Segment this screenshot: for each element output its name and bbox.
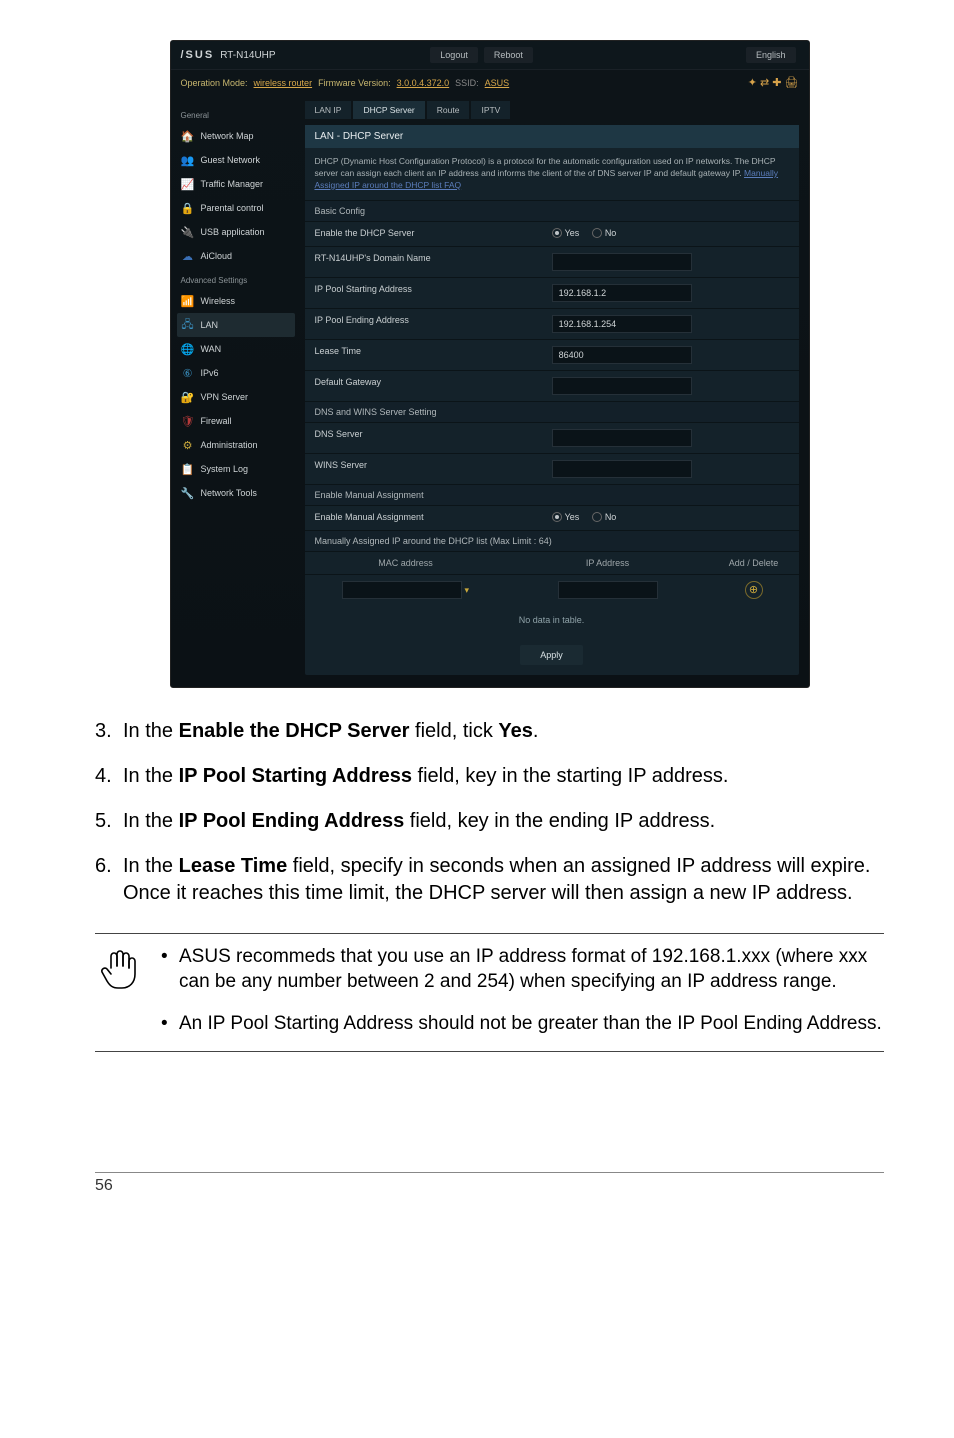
step-text: In the Lease Time field, specify in seco… [123,853,884,907]
radio-no[interactable]: No [592,228,617,238]
input-dns[interactable] [552,429,692,447]
label-wins: WINS Server [305,454,542,484]
sidebar-item-aicloud[interactable]: ☁AiCloud [177,244,295,268]
status-icons: ✦ ⇄ ✚ 🖨 [748,76,799,89]
brand-logo: /SUS [181,49,215,61]
sidebar-item-wireless[interactable]: 📶Wireless [177,289,295,313]
label-lease: Lease Time [305,340,542,370]
label-gateway: Default Gateway [305,371,542,401]
step-text: In the Enable the DHCP Server field, tic… [123,718,884,745]
page-footer: 56 [95,1172,884,1195]
step-num: 3. [95,718,123,745]
add-button[interactable]: ⊕ [745,581,763,599]
sidebar-cat-general: General [181,111,295,120]
status-line: Operation Mode: wireless router Firmware… [171,70,809,95]
reboot-button[interactable]: Reboot [484,47,533,63]
radio-yes[interactable]: Yes [552,228,580,238]
page-number: 56 [95,1177,113,1194]
sidebar-item-ipv6[interactable]: ⑥IPv6 [177,361,295,385]
fw-link[interactable]: 3.0.0.4.372.0 [397,78,450,88]
label-domain: RT-N14UHP's Domain Name [305,247,542,277]
section-basic-config: Basic Config [305,200,799,221]
label-manual: Enable Manual Assignment [305,506,542,530]
note-text: ASUS recommeds that you use an IP addres… [179,944,884,995]
apply-button[interactable]: Apply [520,645,583,665]
opmode-link[interactable]: wireless router [254,78,313,88]
tab-route[interactable]: Route [427,101,470,119]
note-item: • An IP Pool Starting Address should not… [161,1011,884,1037]
sidebar-item-wan[interactable]: 🌐WAN [177,337,295,361]
step-text: In the IP Pool Starting Address field, k… [123,763,884,790]
main-content: LAN IP DHCP Server Route IPTV LAN - DHCP… [301,95,809,687]
language-select[interactable]: English [746,47,796,63]
logout-button[interactable]: Logout [430,47,478,63]
bullet-icon: • [161,944,179,995]
model-name: RT-N14UHP [220,50,427,61]
sidebar-item-firewall[interactable]: 🛡Firewall [177,409,295,433]
instruction-list: 3. In the Enable the DHCP Server field, … [95,718,884,907]
sidebar-item-network-map[interactable]: 🏠Network Map [177,124,295,148]
label-pool-start: IP Pool Starting Address [305,278,542,308]
input-domain[interactable] [552,253,692,271]
note-text: An IP Pool Starting Address should not b… [179,1011,882,1037]
label-enable-dhcp: Enable the DHCP Server [305,222,542,246]
router-admin-screenshot: /SUS RT-N14UHP Logout Reboot English Ope… [170,40,810,688]
input-mac[interactable] [342,581,462,599]
sidebar-item-vpn-server[interactable]: 🔐VPN Server [177,385,295,409]
no-data-text: No data in table. [305,605,799,635]
col-ip: IP Address [507,552,709,574]
input-pool-end[interactable] [552,315,692,333]
sidebar-item-usb-application[interactable]: 🔌USB application [177,220,295,244]
tab-row: LAN IP DHCP Server Route IPTV [305,101,799,119]
section-manual-list: Manually Assigned IP around the DHCP lis… [305,530,799,551]
tab-lan-ip[interactable]: LAN IP [305,101,352,119]
col-mac: MAC address [305,552,507,574]
panel-description: DHCP (Dynamic Host Configuration Protoco… [305,148,799,200]
dhcp-panel: LAN - DHCP Server DHCP (Dynamic Host Con… [305,125,799,675]
note-item: • ASUS recommeds that you use an IP addr… [161,944,884,995]
input-gateway[interactable] [552,377,692,395]
tab-dhcp-server[interactable]: DHCP Server [353,101,424,119]
label-pool-end: IP Pool Ending Address [305,309,542,339]
sidebar-item-system-log[interactable]: 📋System Log [177,457,295,481]
tab-iptv[interactable]: IPTV [471,101,510,119]
note-box: • ASUS recommeds that you use an IP addr… [95,933,884,1052]
col-add: Add / Delete [709,552,799,574]
hand-icon [95,944,143,1037]
panel-title: LAN - DHCP Server [305,125,799,148]
manual-radio-yes[interactable]: Yes [552,512,580,522]
input-wins[interactable] [552,460,692,478]
ssid-link[interactable]: ASUS [485,78,510,88]
topbar: /SUS RT-N14UHP Logout Reboot English [171,41,809,70]
step-num: 5. [95,808,123,835]
manual-radio-no[interactable]: No [592,512,617,522]
sidebar-item-lan[interactable]: 🖧LAN [177,313,295,337]
sidebar-item-administration[interactable]: ⚙Administration [177,433,295,457]
step-num: 6. [95,853,123,907]
section-manual-enable: Enable Manual Assignment [305,484,799,505]
sidebar-item-network-tools[interactable]: 🔧Network Tools [177,481,295,505]
bullet-icon: • [161,1011,179,1037]
sidebar-item-guest-network[interactable]: 👥Guest Network [177,148,295,172]
manual-table-header: MAC address IP Address Add / Delete [305,551,799,574]
sidebar-cat-advanced: Advanced Settings [181,276,295,285]
input-lease[interactable] [552,346,692,364]
section-dns-wins: DNS and WINS Server Setting [305,401,799,422]
step-text: In the IP Pool Ending Address field, key… [123,808,884,835]
input-pool-start[interactable] [552,284,692,302]
sidebar-item-parental-control[interactable]: 🔒Parental control [177,196,295,220]
step-num: 4. [95,763,123,790]
input-ip[interactable] [558,581,658,599]
sidebar: General 🏠Network Map 👥Guest Network 📈Tra… [171,95,301,687]
sidebar-item-traffic-manager[interactable]: 📈Traffic Manager [177,172,295,196]
label-dns: DNS Server [305,423,542,453]
dropdown-icon[interactable]: ▾ [464,585,469,595]
